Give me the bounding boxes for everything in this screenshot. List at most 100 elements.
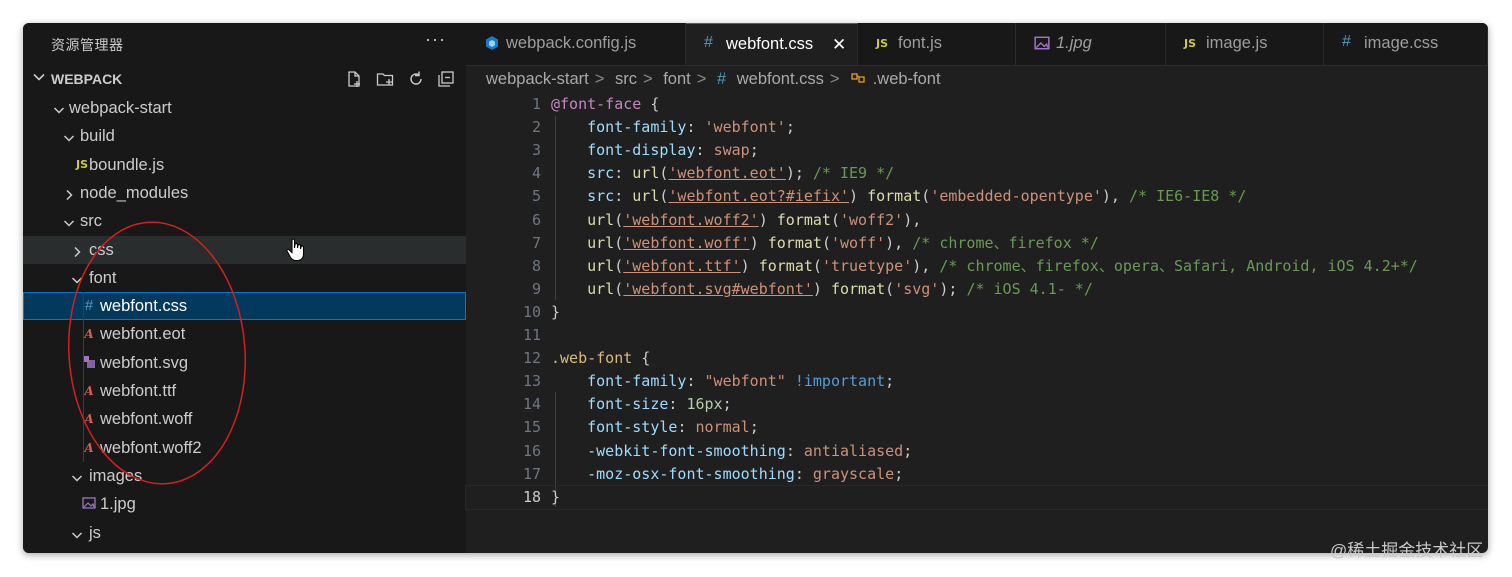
editor-tab[interactable]: # webfont.css ✕ — [686, 23, 858, 65]
code-editor[interactable]: 1 @font-face {2 font-family: 'webfont'; 3 … — [465, 93, 1488, 553]
breadcrumb-item[interactable]: font — [663, 70, 691, 88]
code-token: 'webfont.svg#webfont' — [623, 279, 813, 298]
tree-item[interactable]: images — [23, 462, 466, 490]
code-line[interactable]: 3 font-display: swap; — [466, 139, 1488, 162]
editor-tab[interactable]: JS font.js — [858, 23, 1016, 65]
line-number: 3 — [531, 141, 541, 160]
tree-item[interactable]: JS boundle.js — [23, 151, 466, 179]
code-line[interactable]: 18} — [465, 484, 1488, 510]
editor-tab[interactable]: JS image.js — [1166, 23, 1324, 65]
chevron-down-icon[interactable] — [63, 215, 75, 234]
refresh-icon[interactable] — [407, 70, 425, 88]
breadcrumb-item[interactable]: webpack-start — [486, 70, 589, 88]
line-number: 12 — [522, 349, 541, 368]
code-line[interactable]: 1 @font-face { — [466, 93, 1488, 116]
code-line[interactable]: 8 url('webfont.ttf') format('truetype'),… — [466, 255, 1488, 278]
code-token: : — [668, 395, 687, 414]
image-file-icon — [82, 496, 96, 512]
code-line[interactable]: 10} — [466, 301, 1488, 324]
code-line[interactable]: 15 font-style: normal; — [466, 416, 1488, 439]
chevron-down-icon[interactable] — [71, 527, 83, 546]
code-token: format — [830, 279, 886, 298]
chevron-down-icon[interactable] — [53, 102, 65, 121]
code-line[interactable]: 17 -moz-osx-font-smoothing: grayscale; — [466, 463, 1488, 486]
code-line[interactable]: 5 src: url('webfont.eot?#iefix') format(… — [466, 185, 1488, 208]
editor-tab[interactable]: webpack.config.js — [466, 23, 686, 65]
code-line[interactable]: 7 url('webfont.woff') format('woff'), /*… — [466, 232, 1488, 255]
code-token: ( — [614, 233, 624, 252]
font-file-icon: A — [84, 384, 94, 398]
tree-item[interactable]: Awebfont.woff — [23, 405, 466, 433]
tree-item-label: webfont.woff — [100, 410, 193, 429]
editor-tab[interactable]: 1.jpg — [1016, 23, 1166, 65]
breadcrumb-file[interactable]: webfont.css — [737, 70, 824, 88]
tree-item[interactable]: Awebfont.eot — [23, 320, 466, 348]
code-text: font-display: swap; — [551, 139, 759, 162]
code-token: ( — [614, 256, 624, 275]
tree-item[interactable]: build — [23, 122, 466, 150]
code-text: src: url('webfont.eot'); /* IE9 */ — [551, 162, 894, 185]
code-line[interactable]: 16 -webkit-font-smoothing: antialiased; — [466, 440, 1488, 463]
new-file-icon[interactable] — [345, 70, 363, 88]
chevron-down-icon[interactable] — [71, 470, 83, 489]
tree-item[interactable]: css — [23, 235, 466, 264]
tree-item[interactable]: Awebfont.woff2 — [23, 434, 466, 462]
more-actions-icon[interactable]: ··· — [425, 29, 446, 50]
code-token: ; — [722, 395, 732, 414]
code-text: font-family: "webfont" !important; — [551, 370, 894, 393]
code-line[interactable]: 4 src: url('webfont.eot'); /* IE9 */ — [466, 162, 1488, 185]
code-line[interactable]: 6 url('webfont.woff2') format('woff2'), — [466, 209, 1488, 232]
line-number: 4 — [531, 164, 541, 183]
tree-item[interactable]: webfont.svg — [23, 349, 466, 377]
chevron-down-icon[interactable] — [71, 272, 83, 291]
tree-item[interactable]: node_modules — [23, 179, 466, 207]
new-folder-icon[interactable] — [376, 70, 394, 88]
code-token: ), — [912, 256, 940, 275]
js-file-icon: JS — [1184, 37, 1197, 50]
collapse-all-icon[interactable] — [437, 70, 455, 88]
tab-label: font.js — [898, 34, 943, 52]
tab-label: webfont.css — [726, 35, 814, 53]
line-number: 8 — [531, 256, 541, 275]
editor-tab[interactable]: # image.css — [1324, 23, 1488, 65]
code-line[interactable]: 14 font-size: 16px; — [466, 393, 1488, 416]
code-text: .web-font { — [551, 347, 650, 370]
tree-item[interactable]: font — [23, 264, 466, 292]
tree-item[interactable]: webpack-start — [23, 94, 466, 122]
code-line[interactable]: 13 font-family: "webfont" !important; — [466, 370, 1488, 393]
font-file-icon: A — [84, 412, 94, 427]
breadcrumb-separator: > — [696, 70, 707, 88]
breadcrumb-item[interactable]: src — [615, 70, 637, 88]
code-token: font-family — [587, 372, 687, 391]
code-text: @font-face { — [551, 93, 659, 116]
workspace-section-header[interactable]: WEBPACK — [23, 68, 466, 90]
tree-item[interactable]: js — [23, 519, 466, 547]
tree-item-label: 1.jpg — [100, 495, 136, 514]
code-line[interactable]: 2 font-family: 'webfont'; — [466, 116, 1488, 139]
workspace-name: WEBPACK — [51, 71, 123, 87]
js-file-icon: JS — [75, 157, 88, 171]
chevron-down-icon[interactable] — [63, 130, 75, 149]
code-line[interactable]: 12 .web-font { — [466, 347, 1488, 370]
tree-item-label: webfont.eot — [100, 325, 186, 344]
breadcrumb-symbol[interactable]: .web-font — [873, 70, 941, 88]
tree-item[interactable]: 1.jpg — [23, 490, 466, 518]
code-token: format — [776, 210, 831, 229]
tree-item[interactable]: # webfont.css — [23, 292, 466, 321]
tree-item[interactable]: Awebfont.ttf — [23, 377, 466, 405]
chevron-right-icon[interactable] — [71, 244, 83, 263]
chevron-right-icon[interactable] — [63, 187, 75, 206]
code-token: 'woff' — [830, 233, 886, 252]
tree-item[interactable]: src — [23, 207, 466, 235]
code-line[interactable]: 9 url('webfont.svg#webfont') format('svg… — [466, 278, 1488, 301]
code-text: font-style: normal; — [551, 416, 759, 439]
code-token: @font-face — [551, 95, 642, 113]
image-file-icon — [1034, 35, 1050, 54]
code-token: 'svg' — [894, 279, 940, 298]
code-line[interactable]: 11 — [466, 324, 1488, 347]
code-token: 'webfont' — [704, 118, 786, 137]
css-file-icon: # — [716, 70, 727, 88]
close-tab-icon[interactable]: ✕ — [832, 35, 846, 55]
